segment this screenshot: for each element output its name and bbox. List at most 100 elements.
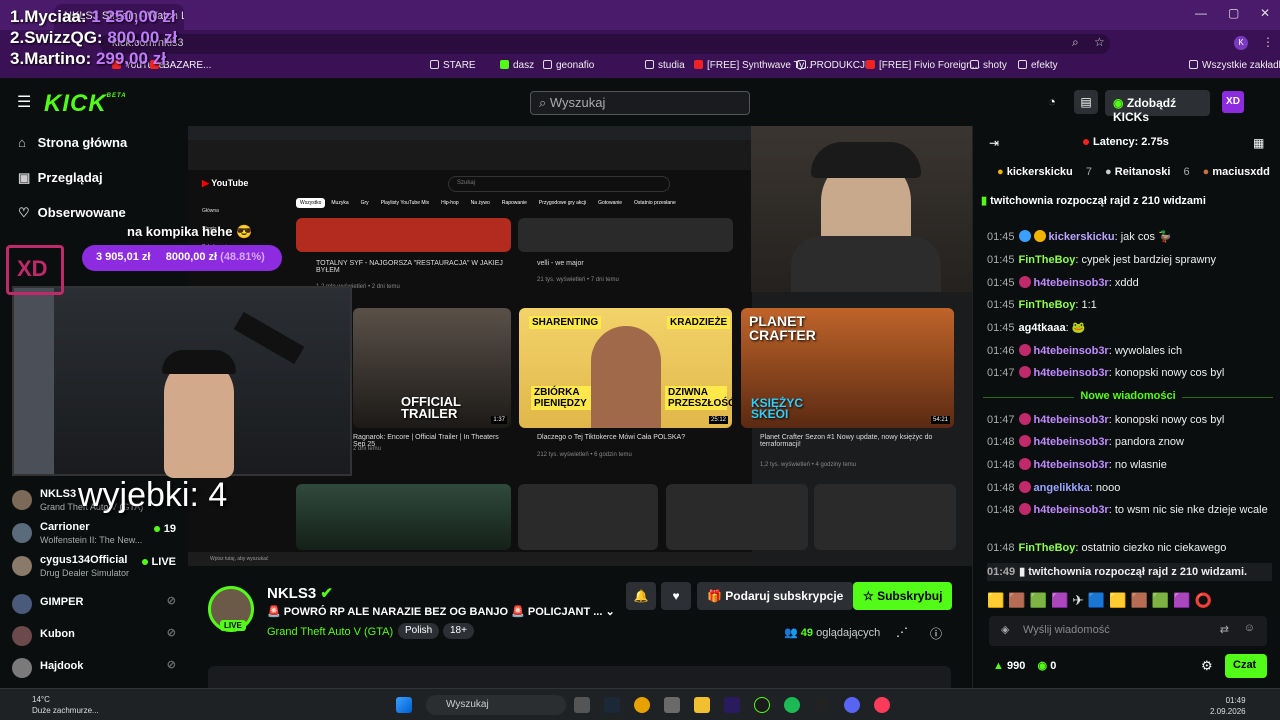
translate-icon[interactable]: ⇄ bbox=[1220, 623, 1229, 636]
viewer-count: 👥 49 oglądających bbox=[784, 627, 881, 639]
badge-icon bbox=[1018, 366, 1031, 378]
raid-icon: ▮ bbox=[1019, 566, 1029, 578]
zoom-icon[interactable]: ⌕ bbox=[1072, 35, 1079, 50]
bookmark-produkcje[interactable]: PRODUKCJE bbox=[797, 60, 872, 71]
gear-icon[interactable]: ⚙ bbox=[1201, 658, 1213, 674]
chat-message: 01:48 angelikkka: nooo bbox=[987, 481, 1121, 494]
minimize-icon[interactable]: — bbox=[1195, 6, 1207, 20]
tag-polish[interactable]: Polish bbox=[398, 623, 440, 639]
get-kicks-button[interactable]: ◉ Zdobądź KICKs bbox=[1105, 90, 1210, 124]
nav-following[interactable]: ♡ Obserwowane bbox=[18, 205, 126, 221]
gift-subs-button[interactable]: 🎁 Podaruj subskrypcje bbox=[697, 582, 854, 610]
windows-taskbar: 14°C Duże zachmurze... Wyszukaj 01:49 2.09… bbox=[0, 688, 1280, 720]
streamer-name[interactable]: NKLS3 ✔ bbox=[267, 584, 333, 602]
bookmark-synthwave[interactable]: [FREE] Synthwave Ty... bbox=[694, 60, 812, 71]
menu-dots-icon[interactable]: ⋮ bbox=[1262, 35, 1274, 49]
raid-pinned: ▮ twitchownia rozpoczął rajd z 210 widza… bbox=[981, 195, 1206, 207]
nav-home[interactable]: ⌂ Strona główna bbox=[18, 135, 127, 150]
badge-icon bbox=[1018, 230, 1031, 242]
avatar bbox=[12, 658, 32, 678]
discord-icon[interactable] bbox=[844, 697, 860, 713]
folder-icon bbox=[543, 60, 552, 69]
sidebar-channel-hajdook[interactable]: Hajdook ⊘ bbox=[12, 656, 182, 686]
yt-thumb-top2 bbox=[518, 218, 733, 252]
donation-leaderboard: 1.Myciaa: 1 250,00 zł 2.SwizzQG: 800,00 … bbox=[10, 6, 177, 69]
yt-tabbar bbox=[188, 126, 752, 140]
chat-input[interactable]: ◈ Wyślij wiadomość ⇄ ☺ bbox=[989, 616, 1267, 646]
task-view-icon[interactable] bbox=[574, 697, 590, 713]
users-icon[interactable]: ▦ bbox=[1253, 136, 1264, 150]
bookmark-geonafio[interactable]: geonafio bbox=[543, 60, 594, 71]
kick-logo[interactable]: KICKBETA bbox=[44, 90, 127, 118]
star-icon[interactable]: ☆ bbox=[1094, 35, 1105, 49]
collapse-chat-icon[interactable]: ⇥ bbox=[989, 136, 999, 150]
youtube-icon: ▶ bbox=[202, 178, 209, 188]
tag-18plus[interactable]: 18+ bbox=[443, 623, 474, 639]
sidebar-channel-gimper[interactable]: GIMPER ⊘ bbox=[12, 592, 182, 622]
chat-message: 01:45 ag4tkaaa: 🐸 bbox=[987, 322, 1086, 334]
stream-category[interactable]: Grand Theft Auto V (GTA) bbox=[267, 626, 393, 638]
new-messages-label: Nowe wiadomości bbox=[983, 390, 1273, 402]
kicks-icon: ◉ bbox=[1113, 96, 1127, 110]
search-input[interactable]: ⌕ Wyszukaj bbox=[530, 91, 750, 115]
chevron-down-icon[interactable]: ⌄ bbox=[605, 606, 614, 618]
yt-video-meta: 21 tys. wyświetleń • 7 dni temu bbox=[537, 277, 619, 283]
yt-thumb-loading bbox=[518, 484, 658, 550]
chrome-icon[interactable] bbox=[634, 697, 650, 713]
bookmark-fivio[interactable]: [FREE] Fivio Foreign... bbox=[866, 60, 980, 71]
opera-icon[interactable] bbox=[874, 697, 890, 713]
share-icon[interactable]: ⋰ bbox=[896, 625, 908, 639]
badge-icon bbox=[1033, 230, 1046, 242]
bookmark-stare[interactable]: STARE bbox=[430, 60, 476, 71]
follow-heart-icon[interactable]: ♥ bbox=[661, 582, 691, 610]
bookmark-studia[interactable]: studia bbox=[645, 60, 685, 71]
emote-bar[interactable]: 🟨 🟫 🟩 🟪 ✈ 🟦 🟨 🟫 🟩 🟪 ⭕ bbox=[987, 592, 1212, 609]
live-dot-icon bbox=[141, 559, 148, 565]
second-webcam-overlay bbox=[12, 286, 352, 478]
sidebar-channel-carrioner[interactable]: Carrioner Wolfenstein II: The New... 19 bbox=[12, 521, 182, 551]
emoji-icon[interactable]: ☺ bbox=[1244, 622, 1255, 634]
maximize-icon[interactable]: ▢ bbox=[1228, 6, 1239, 20]
badge-icon bbox=[1018, 503, 1031, 515]
bookmark-efekty[interactable]: efekty bbox=[1018, 60, 1058, 71]
taskbar-search[interactable]: Wyszukaj bbox=[426, 695, 566, 715]
send-chat-button[interactable]: Czat bbox=[1225, 654, 1267, 678]
close-icon[interactable]: ✕ bbox=[1260, 6, 1270, 20]
weather-widget[interactable]: 14°C Duże zachmurze... bbox=[32, 694, 99, 716]
steam-icon[interactable] bbox=[604, 697, 620, 713]
app-icon[interactable] bbox=[664, 697, 680, 713]
notify-bell-icon[interactable]: 🔔 bbox=[626, 582, 656, 610]
yt-address bbox=[188, 140, 752, 170]
profile-avatar[interactable]: K bbox=[1234, 36, 1248, 50]
user-avatar[interactable]: XD bbox=[1222, 91, 1244, 113]
nav-browse[interactable]: ▣ Przeglądaj bbox=[18, 170, 103, 186]
yt-video-title: velli - we major bbox=[537, 260, 584, 267]
url-field[interactable]: kick.com/nkls3 bbox=[100, 34, 1110, 54]
chat-message: 01:47 h4tebeinsob3r: konopski nowy cos by… bbox=[987, 413, 1225, 426]
live-dot-icon bbox=[1083, 139, 1089, 145]
spotify-icon[interactable] bbox=[784, 697, 800, 713]
premiere-icon[interactable] bbox=[724, 697, 740, 713]
sidebar-channel-cygus[interactable]: cygus134Official Drug Dealer Simulator LIV… bbox=[12, 554, 182, 584]
app-icon[interactable] bbox=[814, 697, 830, 713]
windows-start-icon[interactable] bbox=[396, 697, 412, 713]
bookmark-all[interactable]: Wszystkie zakładki bbox=[1189, 60, 1280, 71]
hamburger-icon[interactable]: ☰ bbox=[17, 92, 31, 112]
avatar bbox=[12, 594, 32, 614]
emote-icon: 🟨 🟫 🟩 🟪 ✈ 🟦 🟨 🟫 🟩 🟪 ⭕ bbox=[987, 592, 1212, 608]
thumbnail-person bbox=[591, 326, 661, 428]
info-icon[interactable]: ⓘ bbox=[930, 625, 942, 642]
xd-logo-overlay: XD bbox=[6, 245, 64, 295]
channel-points[interactable]: ▲ 990 ◉ 0 bbox=[993, 659, 1056, 672]
stream-info: LIVE NKLS3 ✔ 🚨 POWRÓ RP ALE NARAZIE BEZ … bbox=[188, 566, 972, 688]
obs-icon[interactable] bbox=[754, 697, 770, 713]
sidebar-channel-kubon[interactable]: Kubon ⊘ bbox=[12, 624, 182, 654]
bookmark-dasz[interactable]: dasz bbox=[500, 60, 534, 71]
yt-filters: Wszystko Muzyka Gry Playlisty YouTube Mix Hi… bbox=[296, 198, 676, 208]
dashboard-icon[interactable]: ▤ bbox=[1074, 90, 1098, 114]
subscribe-button[interactable]: ☆ Subskrybuj bbox=[853, 582, 953, 610]
bookmark-shoty[interactable]: shoty bbox=[970, 60, 1007, 71]
clip-icon[interactable]: ◔ bbox=[1048, 94, 1056, 109]
file-explorer-icon[interactable] bbox=[694, 697, 710, 713]
system-clock[interactable]: 01:49 2.09.2026 bbox=[1210, 695, 1246, 717]
